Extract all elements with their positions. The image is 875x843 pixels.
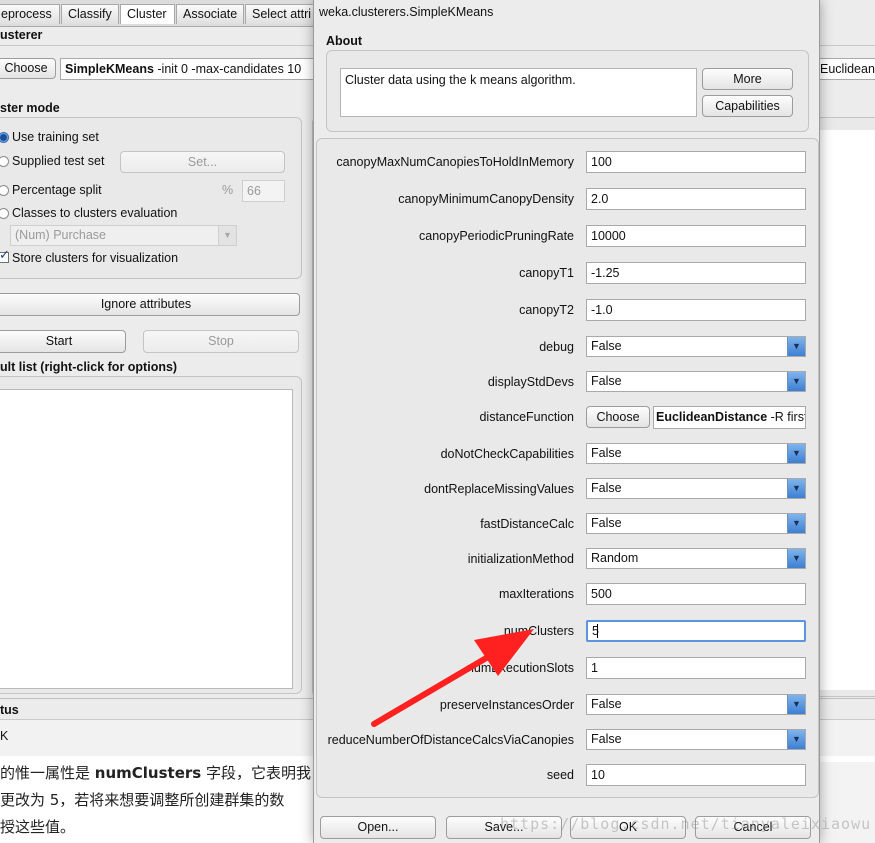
- annotation-arrow-icon: [371, 629, 534, 727]
